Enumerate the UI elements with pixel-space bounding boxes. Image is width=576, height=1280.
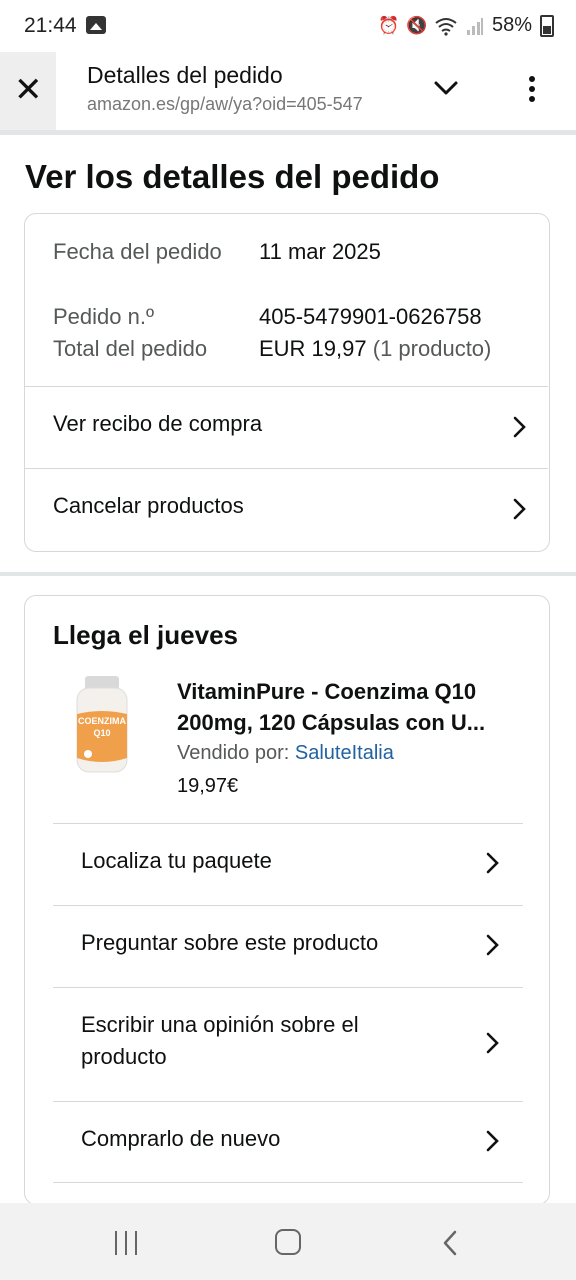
status-time: 21:44	[24, 14, 77, 37]
more-options-icon[interactable]	[520, 72, 544, 106]
section-divider	[0, 572, 576, 576]
view-receipt-label: Ver recibo de compra	[53, 411, 263, 436]
buy-again-row[interactable]: Comprarlo de nuevo	[53, 1101, 523, 1183]
battery-percent: 58%	[491, 14, 532, 36]
recent-apps-icon[interactable]	[113, 1231, 139, 1255]
order-total-label: Total del pedido	[53, 336, 208, 361]
order-total-value: EUR 19,97 (1 producto)	[259, 333, 491, 365]
cancel-products-row[interactable]: Cancelar productos	[25, 468, 548, 550]
system-navigation-bar	[0, 1203, 576, 1280]
home-icon[interactable]	[275, 1229, 301, 1255]
chevron-right-icon	[513, 416, 526, 438]
browser-page-title: Detalles del pedido	[87, 62, 283, 88]
chevron-right-icon	[486, 1130, 499, 1152]
close-tab-button[interactable]: ✕	[0, 52, 56, 130]
alarm-icon: ⏰	[377, 15, 400, 35]
write-review-row[interactable]: Escribir una opinión sobre el producto	[53, 987, 523, 1101]
order-number-value: 405-5479901-0626758	[259, 304, 482, 329]
ask-question-label: Preguntar sobre este producto	[81, 930, 379, 955]
status-bar: 21:44 ⏰ 🔇 58%	[0, 0, 576, 52]
order-date-label: Fecha del pedido	[53, 239, 222, 264]
order-total-count: (1 producto)	[372, 336, 492, 361]
close-icon: ✕	[14, 71, 43, 109]
product-image-text-2: Q10	[93, 728, 110, 738]
status-icons: ⏰ 🔇 58%	[378, 14, 554, 37]
order-date-value: 11 mar 2025	[259, 239, 381, 264]
track-package-label: Localiza tu paquete	[81, 848, 272, 873]
seller-link[interactable]: SaluteItalia	[295, 742, 394, 764]
signal-icon	[466, 17, 483, 35]
chevron-right-icon	[513, 498, 526, 520]
product-image-text-1: COENZIMA	[78, 716, 126, 726]
chevron-down-icon[interactable]	[430, 72, 462, 104]
buy-again-label: Comprarlo de nuevo	[81, 1126, 281, 1151]
delivery-heading: Llega el jueves	[53, 620, 238, 650]
toolbar-divider	[0, 130, 576, 135]
cancel-products-label: Cancelar productos	[53, 493, 244, 518]
write-review-label: Escribir una opinión sobre el producto	[81, 1012, 359, 1069]
back-icon[interactable]	[440, 1229, 460, 1257]
ask-question-row[interactable]: Preguntar sobre este producto	[53, 905, 523, 987]
seller-info: Vendido por: SaluteItalia	[177, 742, 394, 765]
gallery-icon	[86, 16, 106, 34]
chevron-right-icon	[486, 1032, 499, 1054]
track-package-row[interactable]: Localiza tu paquete	[53, 823, 523, 905]
product-price: 19,97€	[177, 775, 239, 797]
product-image[interactable]: COENZIMA Q10	[73, 674, 131, 774]
sold-by-label: Vendido por:	[177, 742, 290, 764]
address-bar-url[interactable]: amazon.es/gp/aw/ya?oid=405-547	[87, 94, 402, 115]
order-summary-card: Fecha del pedido 11 mar 2025 Pedido n.º …	[24, 213, 550, 552]
chevron-right-icon	[486, 934, 499, 956]
chevron-right-icon	[486, 852, 499, 874]
shipment-card: Llega el jueves COENZIMA Q10 VitaminPure…	[24, 595, 550, 1205]
view-receipt-row[interactable]: Ver recibo de compra	[25, 386, 548, 468]
product-title[interactable]: VitaminPure - Coenzima Q10 200mg, 120 Cá…	[177, 676, 527, 738]
browser-toolbar: ✕ Detalles del pedido amazon.es/gp/aw/ya…	[0, 52, 576, 130]
order-number-label: Pedido n.º	[53, 304, 154, 329]
page-title: Ver los detalles del pedido	[25, 158, 440, 195]
mute-icon: 🔇	[405, 15, 428, 35]
wifi-icon	[435, 17, 457, 36]
order-total-amount: EUR 19,97	[259, 336, 367, 361]
battery-icon	[540, 14, 554, 37]
